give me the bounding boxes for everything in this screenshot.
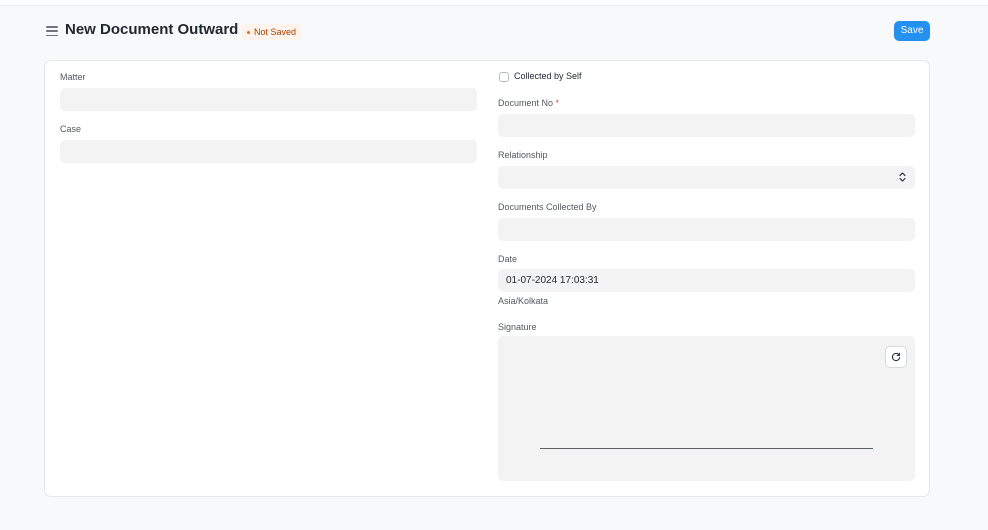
hamburger-icon[interactable] xyxy=(46,26,58,36)
case-label: Case xyxy=(60,124,82,134)
page-title: New Document Outward xyxy=(65,21,239,38)
collected-by-self-label[interactable]: Collected by Self xyxy=(514,71,582,81)
document-no-field[interactable] xyxy=(498,114,915,137)
save-button[interactable]: Save xyxy=(894,21,930,41)
collected-by-self-checkbox[interactable] xyxy=(499,72,509,82)
date-label: Date xyxy=(498,254,518,264)
signature-label: Signature xyxy=(498,322,537,332)
status-text: Not Saved xyxy=(254,27,297,37)
signature-baseline xyxy=(540,448,873,449)
required-marker: * xyxy=(555,98,560,108)
matter-field[interactable] xyxy=(60,88,477,111)
timezone-hint: Asia/Kolkata xyxy=(498,296,549,306)
relationship-select[interactable] xyxy=(498,166,915,189)
status-badge: Not Saved xyxy=(241,24,302,40)
case-field[interactable] xyxy=(60,140,477,163)
chevron-up-down-icon xyxy=(899,171,906,183)
document-no-label-text: Document No xyxy=(498,98,554,108)
relationship-label: Relationship xyxy=(498,150,548,160)
date-field[interactable]: 01-07-2024 17:03:31 xyxy=(498,269,915,292)
documents-collected-by-field[interactable] xyxy=(498,218,915,241)
document-no-label: Document No * xyxy=(498,98,559,108)
form-card: Matter Case Collected by Self Document N… xyxy=(44,60,930,497)
signature-reset-button[interactable] xyxy=(885,346,907,368)
top-navbar xyxy=(0,0,988,6)
signature-pad[interactable] xyxy=(498,336,915,481)
refresh-icon xyxy=(891,352,901,362)
status-dot-icon xyxy=(247,30,250,34)
matter-label: Matter xyxy=(60,72,86,82)
page-header: New Document Outward Not Saved Save xyxy=(46,19,930,43)
documents-collected-by-label: Documents Collected By xyxy=(498,202,597,212)
